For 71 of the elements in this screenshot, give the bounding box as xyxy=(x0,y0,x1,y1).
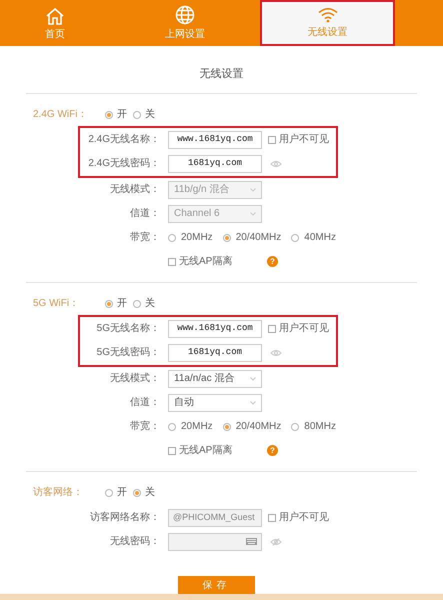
radio-label: 20/40MHz xyxy=(236,231,282,245)
nav-tab[interactable]: 首页 xyxy=(0,0,110,46)
field-label: 无线模式： xyxy=(109,372,161,386)
radio-button[interactable] xyxy=(133,300,141,308)
radio-button[interactable] xyxy=(222,422,231,430)
radio-label: 20/40MHz xyxy=(236,420,282,434)
radio-label: 开 xyxy=(117,297,127,311)
field-label: 带宽： xyxy=(129,230,161,245)
radio-label: 关 xyxy=(145,108,155,122)
checkbox[interactable] xyxy=(268,324,276,332)
chevron-down-icon xyxy=(250,376,256,380)
radio-label: 开 xyxy=(117,108,127,122)
save-button[interactable]: 保存 xyxy=(178,576,255,596)
help-icon[interactable]: ? xyxy=(267,445,278,456)
checkbox-label: 无线AP隔离 xyxy=(179,444,234,458)
radio-button[interactable] xyxy=(168,234,176,242)
chevron-down-icon xyxy=(250,188,256,192)
checkbox[interactable] xyxy=(268,136,276,144)
eye-icon[interactable] xyxy=(270,160,282,168)
section-label: 访客网络： xyxy=(33,486,84,500)
field-label: 2.4G无线密码： xyxy=(87,156,161,171)
checkbox[interactable] xyxy=(168,446,176,454)
radio-button[interactable] xyxy=(105,300,113,308)
section-label: 2.4G WiFi： xyxy=(33,108,88,122)
field-label: 5G无线密码： xyxy=(96,346,161,360)
help-icon[interactable]: ? xyxy=(267,256,278,267)
section-label: 5G WiFi： xyxy=(33,297,80,311)
eye-icon[interactable] xyxy=(270,348,282,356)
radio-button[interactable] xyxy=(222,234,231,242)
field-label: 带宽： xyxy=(129,420,161,434)
checkbox-label: 用户不可见 xyxy=(279,132,329,147)
radio-label: 20MHz xyxy=(181,231,213,245)
dropdown[interactable]: 自动 xyxy=(168,394,262,412)
radio-label: 80MHz xyxy=(304,420,336,434)
nav-tab[interactable]: 无线设置 xyxy=(260,0,395,46)
radio-button[interactable] xyxy=(133,488,141,496)
radio-label: 20MHz xyxy=(181,420,213,434)
field-label: 5G无线名称： xyxy=(96,322,161,336)
page-title: 无线设置 xyxy=(200,67,244,82)
radio-button[interactable] xyxy=(291,422,300,430)
radio-label: 开 xyxy=(117,486,127,500)
field-label: 信道： xyxy=(129,396,161,410)
checkbox-label: 无线AP隔离 xyxy=(179,254,234,269)
password-field[interactable]: 1681yq.com xyxy=(168,344,262,362)
globe-icon xyxy=(175,5,195,25)
radio-label: 关 xyxy=(145,486,155,500)
field-label: 无线密码： xyxy=(109,534,161,549)
checkbox-label: 用户不可见 xyxy=(279,322,329,336)
checkbox[interactable] xyxy=(168,258,176,266)
radio-label: 关 xyxy=(145,296,155,311)
name-field[interactable]: www.1681yq.com xyxy=(168,320,262,338)
radio-label: 40MHz xyxy=(304,231,336,245)
nav-tab[interactable]: 上网设置 xyxy=(110,0,260,46)
field-label: 信道： xyxy=(129,207,161,221)
name-field[interactable]: www.1681yq.com xyxy=(168,130,262,148)
password-field[interactable]: 1681yq.com xyxy=(168,154,262,172)
radio-button[interactable] xyxy=(133,110,141,118)
radio-button[interactable] xyxy=(105,488,113,496)
radio-button[interactable] xyxy=(105,110,113,118)
radio-button[interactable] xyxy=(168,422,176,430)
checkbox-label: 用户不可见 xyxy=(279,510,329,525)
chevron-down-icon xyxy=(250,212,256,216)
radio-button[interactable] xyxy=(291,234,300,242)
wifi-icon xyxy=(318,7,338,23)
chevron-down-icon xyxy=(250,400,256,404)
eye-slash-icon[interactable] xyxy=(270,538,282,546)
field-label: 2.4G无线名称： xyxy=(87,132,161,147)
field-label: 访客网络名称： xyxy=(89,510,161,525)
home-icon xyxy=(45,7,65,25)
field-label: 无线模式： xyxy=(109,182,161,197)
dropdown[interactable]: 11a/n/ac 混合 xyxy=(168,370,262,388)
